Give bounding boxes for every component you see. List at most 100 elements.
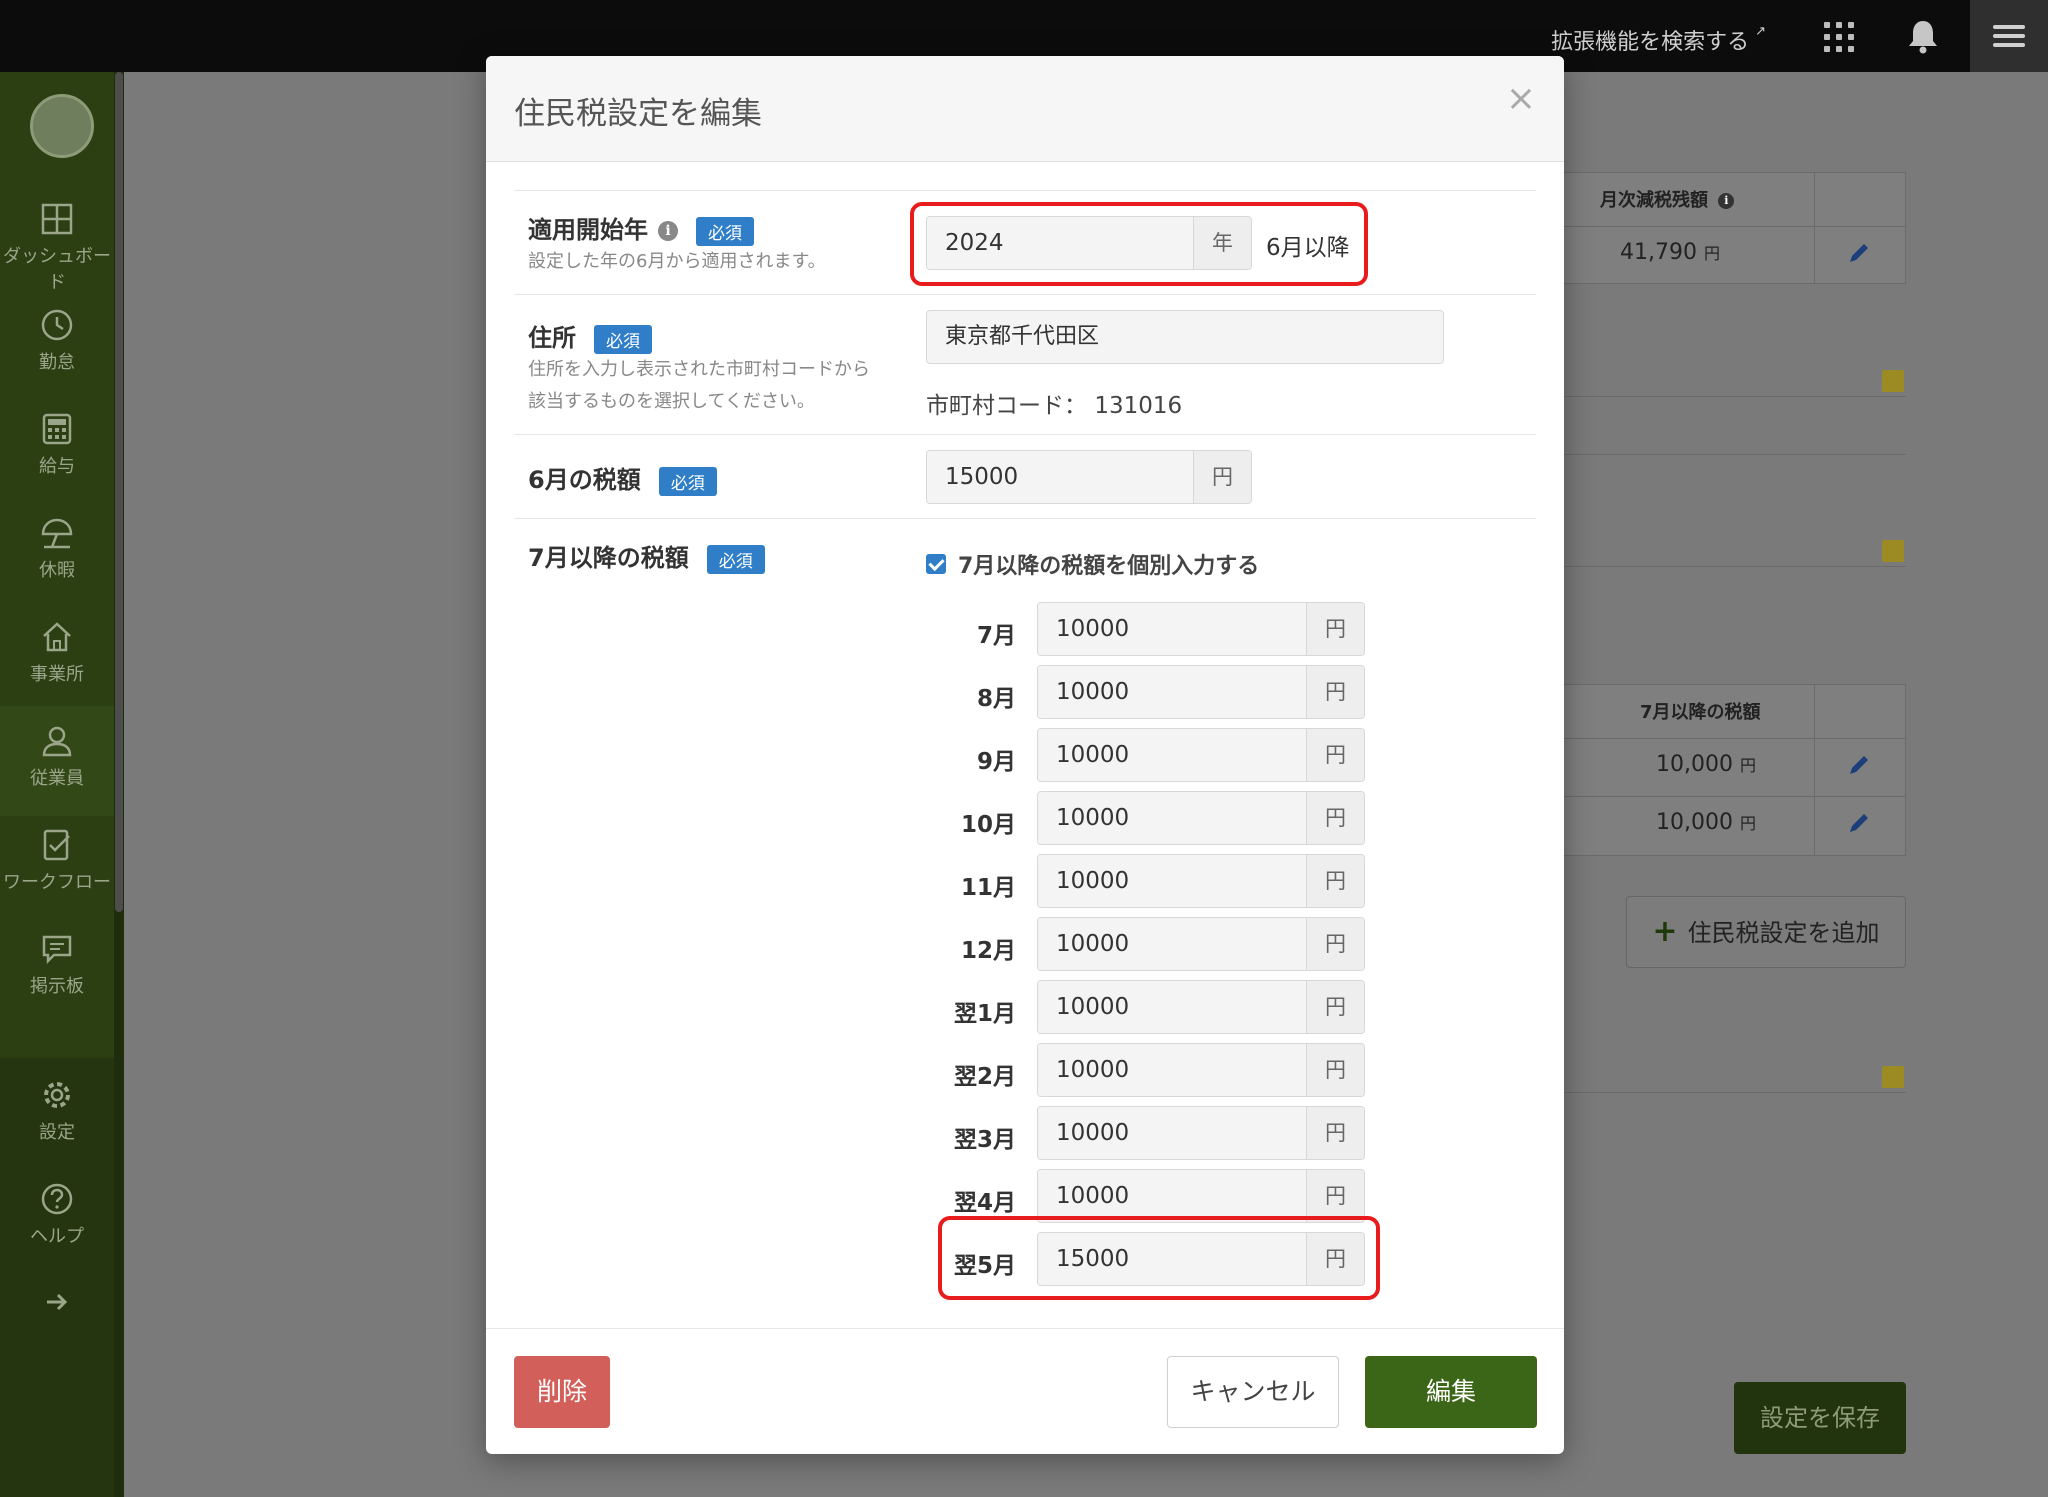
june-tax-input[interactable]: 15000 <box>927 451 1193 503</box>
month-tax-input[interactable]: 10000 <box>1038 603 1306 655</box>
background-td-july: 10,000 円 <box>1656 810 1756 835</box>
background-td-july: 10,000 円 <box>1656 752 1756 777</box>
yen-addon: 円 <box>1193 451 1251 503</box>
person-icon <box>42 726 72 757</box>
avatar[interactable] <box>30 94 94 158</box>
start-year-label: 適用開始年 i 必須 <box>528 210 754 246</box>
sidebar-item-label: ダッシュボード <box>3 246 111 293</box>
month-tax-input[interactable]: 10000 <box>1038 666 1306 718</box>
sidebar-item-attendance[interactable]: 勤怠 <box>0 308 114 408</box>
yen-addon: 円 <box>1306 666 1364 718</box>
yen-addon: 円 <box>1306 1107 1364 1159</box>
month-tax-input-group: 10000 円 <box>1037 728 1365 782</box>
umbrella-icon <box>41 518 73 549</box>
bookmark-icon <box>1882 1066 1904 1088</box>
individual-input-checkbox[interactable]: 7月以降の税額を個別入力する <box>926 548 1259 580</box>
pencil-icon[interactable] <box>1846 752 1872 778</box>
june-tax-label: 6月の税額 必須 <box>528 460 717 496</box>
sidebar-item-leave[interactable]: 休暇 <box>0 516 114 616</box>
gear-icon <box>44 1082 70 1108</box>
month-label: 7月 <box>976 623 1016 649</box>
yen-addon: 円 <box>1306 792 1364 844</box>
month-tax-input-group: 10000 円 <box>1037 1169 1365 1223</box>
month-tax-input[interactable]: 10000 <box>1038 1170 1306 1222</box>
sidebar-item-workflow[interactable]: ワークフロー <box>0 828 114 928</box>
apps-grid-icon[interactable] <box>1824 22 1854 52</box>
sidebar-item-label: 給与 <box>39 456 75 477</box>
month-tax-input-group: 10000 円 <box>1037 602 1365 656</box>
dashboard-icon <box>41 203 73 235</box>
sidebar-item-office[interactable]: 事業所 <box>0 620 114 720</box>
june-tax-input-group: 15000 円 <box>926 450 1252 504</box>
yen-addon: 円 <box>1306 981 1364 1033</box>
hamburger-menu-button[interactable] <box>1970 0 2048 72</box>
month-label: 翌1月 <box>953 1001 1016 1027</box>
month-tax-input[interactable]: 10000 <box>1038 1044 1306 1096</box>
close-icon[interactable]: × <box>1506 78 1536 119</box>
july-tax-label: 7月以降の税額 必須 <box>528 538 765 574</box>
month-tax-input-group: 10000 円 <box>1037 917 1365 971</box>
save-settings-button[interactable]: 設定を保存 <box>1734 1382 1906 1454</box>
sidebar-item-help[interactable]: ヘルプ <box>0 1182 114 1282</box>
month-label: 10月 <box>960 812 1016 838</box>
background-th-july: 7月以降の税額 <box>1640 702 1761 723</box>
clock-icon <box>41 309 73 341</box>
month-tax-input-group: 10000 円 <box>1037 665 1365 719</box>
sidebar: ダッシュボード 勤怠 給与 休暇 事業所 従業員 ワークフロー 掲示板 設定 ヘ… <box>0 72 124 1497</box>
yen-addon: 円 <box>1306 918 1364 970</box>
month-label: 翌4月 <box>953 1190 1016 1216</box>
yen-addon: 円 <box>1306 729 1364 781</box>
sidebar-item-payroll[interactable]: 給与 <box>0 412 114 512</box>
submit-edit-button[interactable]: 編集 <box>1365 1356 1537 1428</box>
pencil-icon[interactable] <box>1846 810 1872 836</box>
checkbox-checked-icon <box>926 554 946 574</box>
month-label: 11月 <box>960 875 1016 901</box>
required-badge: 必須 <box>658 466 717 496</box>
month-tax-input[interactable]: 10000 <box>1038 1107 1306 1159</box>
help-icon <box>41 1183 73 1215</box>
sidebar-scrollbar[interactable] <box>114 72 124 1497</box>
sidebar-expand-button[interactable] <box>0 1288 114 1328</box>
required-badge: 必須 <box>706 544 765 574</box>
yen-addon: 円 <box>1306 1170 1364 1222</box>
required-badge: 必須 <box>696 216 754 246</box>
month-tax-input-group: 10000 円 <box>1037 1106 1365 1160</box>
month-tax-input[interactable]: 10000 <box>1038 981 1306 1033</box>
yen-addon: 円 <box>1306 1044 1364 1096</box>
info-icon[interactable]: i <box>658 221 678 241</box>
calculator-icon <box>42 413 72 445</box>
sidebar-item-employees[interactable]: 従業員 <box>0 706 114 816</box>
sidebar-item-dashboard[interactable]: ダッシュボード <box>0 202 114 302</box>
external-link-icon: ↗ <box>1755 24 1766 39</box>
month-tax-input[interactable]: 10000 <box>1038 792 1306 844</box>
sidebar-item-label: 勤怠 <box>39 352 75 373</box>
month-label: 翌2月 <box>953 1064 1016 1090</box>
sidebar-item-board[interactable]: 掲示板 <box>0 932 114 1032</box>
sidebar-item-label: 掲示板 <box>30 976 84 997</box>
month-label: 翌3月 <box>953 1127 1016 1153</box>
extension-search-link[interactable]: 拡張機能を検索する ↗ <box>1551 24 1766 56</box>
month-tax-input[interactable]: 10000 <box>1038 729 1306 781</box>
highlight-box <box>938 1216 1380 1300</box>
edit-resident-tax-modal: 住民税設定を編集 × 適用開始年 i 必須 設定した年の6月から適用されます。 20… <box>486 56 1564 1454</box>
plus-icon: + <box>1652 914 1678 949</box>
month-label: 9月 <box>976 749 1016 775</box>
month-tax-input-group: 10000 円 <box>1037 791 1365 845</box>
month-tax-input[interactable]: 10000 <box>1038 855 1306 907</box>
month-tax-input[interactable]: 10000 <box>1038 918 1306 970</box>
sidebar-item-label: 設定 <box>39 1122 75 1143</box>
pencil-icon[interactable] <box>1846 240 1872 266</box>
checklist-icon <box>43 829 70 861</box>
sidebar-item-label: ワークフロー <box>3 872 111 893</box>
cancel-button[interactable]: キャンセル <box>1167 1356 1339 1428</box>
sidebar-item-label: ヘルプ <box>30 1226 84 1247</box>
address-input[interactable]: 東京都千代田区 <box>926 310 1444 364</box>
delete-button[interactable]: 削除 <box>514 1356 610 1428</box>
bookmark-icon <box>1882 370 1904 392</box>
add-resident-tax-button[interactable]: + 住民税設定を追加 <box>1626 896 1906 968</box>
sidebar-item-label: 事業所 <box>30 664 84 685</box>
chat-icon <box>42 935 72 965</box>
sidebar-item-settings[interactable]: 設定 <box>0 1078 114 1178</box>
month-tax-input-group: 10000 円 <box>1037 980 1365 1034</box>
bell-icon[interactable] <box>1906 18 1940 54</box>
